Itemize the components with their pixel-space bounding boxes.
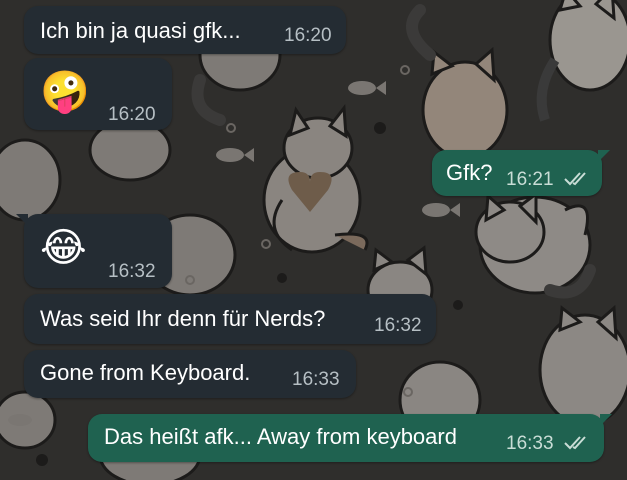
chat-conversation: Ich bin ja quasi gfk... 16:20 🤪 16:20 Gf… <box>0 0 627 480</box>
double-check-read-icon <box>564 172 586 186</box>
message-timestamp: 16:20 <box>108 104 156 125</box>
message-text: Was seid Ihr denn für Nerds? <box>40 306 326 331</box>
message-bubble-incoming[interactable]: 😂 16:32 <box>16 214 172 288</box>
message-timestamp: 16:32 <box>108 261 156 282</box>
message-text: Gone from Keyboard. <box>40 360 251 385</box>
message-bubble-incoming[interactable]: Ich bin ja quasi gfk... 16:20 <box>24 6 346 54</box>
message-bubble-incoming[interactable]: Gone from Keyboard. 16:33 <box>24 350 356 398</box>
bubble-tail <box>600 414 612 426</box>
message-bubble-outgoing[interactable]: Gfk? 16:21 <box>432 150 610 196</box>
message-timestamp: 16:20 <box>284 25 332 46</box>
zany-face-emoji: 🤪 <box>40 70 90 114</box>
bubble-tail <box>598 150 610 162</box>
message-text: Ich bin ja quasi gfk... <box>40 18 241 43</box>
message-text: Das heißt afk... Away from keyboard <box>104 424 457 449</box>
message-text: Gfk? <box>446 160 493 185</box>
double-check-read-icon <box>564 436 586 450</box>
message-timestamp: 16:21 <box>506 169 554 190</box>
tears-of-joy-emoji: 😂 <box>40 226 87 270</box>
message-timestamp: 16:32 <box>374 315 422 336</box>
message-bubble-incoming[interactable]: 🤪 16:20 <box>24 58 172 130</box>
message-timestamp: 16:33 <box>292 369 340 390</box>
bubble-tail <box>16 214 28 226</box>
message-bubble-incoming[interactable]: Was seid Ihr denn für Nerds? 16:32 <box>24 294 436 344</box>
message-timestamp: 16:33 <box>506 433 554 454</box>
message-bubble-outgoing[interactable]: Das heißt afk... Away from keyboard 16:3… <box>88 414 612 462</box>
